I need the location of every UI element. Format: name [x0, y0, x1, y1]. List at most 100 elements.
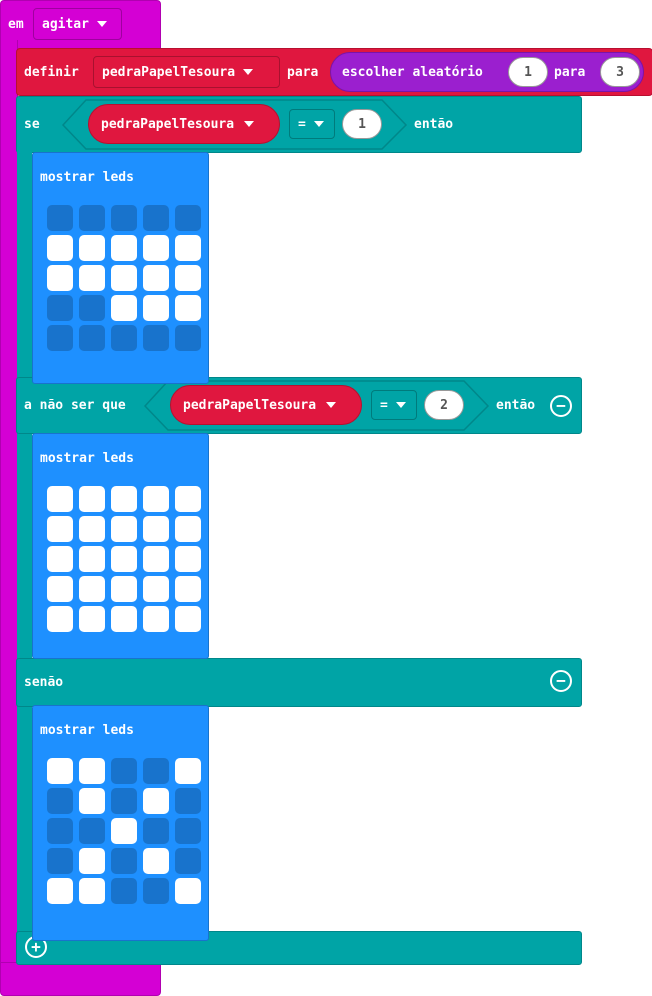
led-1-2[interactable]: [111, 788, 137, 814]
led-4-3[interactable]: [143, 606, 169, 632]
compare-value-input[interactable]: 1: [342, 109, 382, 139]
led-0-4[interactable]: [175, 486, 201, 512]
led-0-3[interactable]: [143, 205, 169, 231]
on-shake-block-footer: [0, 962, 161, 996]
led-2-1[interactable]: [79, 546, 105, 572]
led-3-4[interactable]: [175, 295, 201, 321]
led-4-2[interactable]: [111, 878, 137, 904]
led-2-2[interactable]: [111, 818, 137, 844]
led-1-4[interactable]: [175, 788, 201, 814]
led-4-1[interactable]: [79, 878, 105, 904]
led-3-0[interactable]: [47, 295, 73, 321]
led-0-0[interactable]: [47, 486, 73, 512]
led-1-3[interactable]: [143, 516, 169, 542]
then-label: então: [496, 398, 536, 413]
led-0-3[interactable]: [143, 758, 169, 784]
led-1-3[interactable]: [143, 788, 169, 814]
led-1-2[interactable]: [111, 235, 137, 261]
led-1-1[interactable]: [79, 235, 105, 261]
led-4-0[interactable]: [47, 325, 73, 351]
led-0-2[interactable]: [111, 758, 137, 784]
led-4-2[interactable]: [111, 606, 137, 632]
led-2-4[interactable]: [175, 265, 201, 291]
led-4-4[interactable]: [175, 606, 201, 632]
led-3-2[interactable]: [111, 295, 137, 321]
led-3-1[interactable]: [79, 848, 105, 874]
led-3-4[interactable]: [175, 848, 201, 874]
led-2-4[interactable]: [175, 546, 201, 572]
chevron-down-icon: [313, 121, 324, 127]
random-from-input[interactable]: 1: [508, 57, 548, 87]
led-4-1[interactable]: [79, 325, 105, 351]
led-2-1[interactable]: [79, 265, 105, 291]
led-0-0[interactable]: [47, 758, 73, 784]
to-label: para: [287, 65, 319, 80]
compare-op-dropdown[interactable]: =: [289, 109, 335, 139]
led-2-0[interactable]: [47, 818, 73, 844]
led-1-1[interactable]: [79, 516, 105, 542]
led-1-0[interactable]: [47, 235, 73, 261]
random-to-input[interactable]: 3: [600, 57, 640, 87]
led-4-2[interactable]: [111, 325, 137, 351]
led-1-3[interactable]: [143, 235, 169, 261]
led-1-2[interactable]: [111, 516, 137, 542]
remove-else-button[interactable]: −: [550, 670, 572, 692]
led-0-1[interactable]: [79, 486, 105, 512]
variable-pill-2[interactable]: pedraPapelTesoura: [170, 385, 362, 425]
led-4-3[interactable]: [143, 325, 169, 351]
event-dropdown[interactable]: agitar: [33, 8, 122, 40]
event-label: em: [8, 17, 24, 32]
led-0-4[interactable]: [175, 758, 201, 784]
led-0-0[interactable]: [47, 205, 73, 231]
led-3-4[interactable]: [175, 576, 201, 602]
led-1-1[interactable]: [79, 788, 105, 814]
led-3-2[interactable]: [111, 848, 137, 874]
compare-op-dropdown[interactable]: =: [371, 390, 417, 420]
led-2-2[interactable]: [111, 546, 137, 572]
minus-icon: −: [556, 396, 566, 415]
remove-else-if-button[interactable]: −: [550, 395, 572, 417]
led-3-3[interactable]: [143, 848, 169, 874]
if-block-spine: [17, 140, 32, 940]
led-1-0[interactable]: [47, 788, 73, 814]
else-label: senão: [24, 675, 64, 690]
else-row[interactable]: [16, 658, 582, 707]
led-2-1[interactable]: [79, 818, 105, 844]
led-3-1[interactable]: [79, 576, 105, 602]
led-2-0[interactable]: [47, 546, 73, 572]
led-1-4[interactable]: [175, 516, 201, 542]
led-0-2[interactable]: [111, 205, 137, 231]
set-variable-dropdown[interactable]: pedraPapelTesoura: [93, 56, 280, 88]
op: =: [380, 397, 388, 413]
led-0-1[interactable]: [79, 758, 105, 784]
led-3-0[interactable]: [47, 848, 73, 874]
led-3-3[interactable]: [143, 576, 169, 602]
led-0-4[interactable]: [175, 205, 201, 231]
led-2-4[interactable]: [175, 818, 201, 844]
led-4-4[interactable]: [175, 878, 201, 904]
compare-value-input[interactable]: 2: [424, 390, 464, 420]
led-0-1[interactable]: [79, 205, 105, 231]
led-4-0[interactable]: [47, 878, 73, 904]
led-2-0[interactable]: [47, 265, 73, 291]
variable-pill-1[interactable]: pedraPapelTesoura: [88, 104, 280, 144]
led-3-2[interactable]: [111, 576, 137, 602]
led-3-3[interactable]: [143, 295, 169, 321]
led-1-4[interactable]: [175, 235, 201, 261]
led-4-1[interactable]: [79, 606, 105, 632]
led-2-2[interactable]: [111, 265, 137, 291]
led-4-0[interactable]: [47, 606, 73, 632]
led-0-2[interactable]: [111, 486, 137, 512]
led-3-0[interactable]: [47, 576, 73, 602]
led-1-0[interactable]: [47, 516, 73, 542]
led-2-3[interactable]: [143, 546, 169, 572]
led-2-3[interactable]: [143, 265, 169, 291]
led-2-3[interactable]: [143, 818, 169, 844]
show-leds-label: mostrar leds: [40, 723, 134, 738]
chevron-down-icon: [243, 69, 254, 75]
led-0-3[interactable]: [143, 486, 169, 512]
pick-random-label: escolher aleatório: [342, 65, 483, 80]
led-4-4[interactable]: [175, 325, 201, 351]
led-3-1[interactable]: [79, 295, 105, 321]
led-4-3[interactable]: [143, 878, 169, 904]
